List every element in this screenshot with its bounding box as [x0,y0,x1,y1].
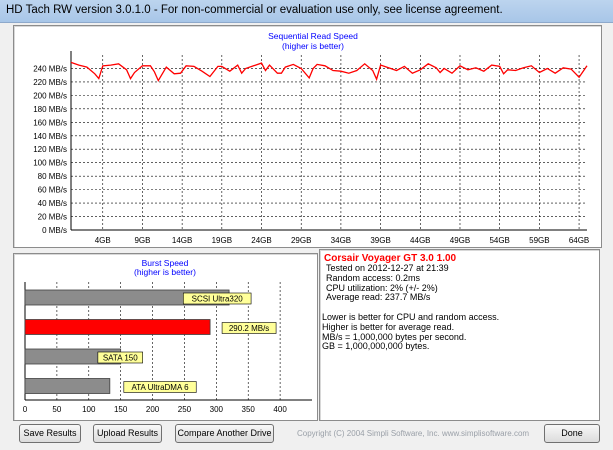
burst-tick-label: 400 [273,405,287,414]
x-tick-label: 39GB [370,236,390,245]
x-tick-label: 64GB [569,236,589,245]
drive-info-panel: Corsair Voyager GT 3.0 1.00 Tested on 20… [319,249,600,421]
sequential-chart-subtitle: (higher is better) [282,41,344,51]
x-tick-label: 4GB [95,236,111,245]
y-tick-label: 180 MB/s [33,105,67,114]
burst-bar-reference [24,378,111,394]
y-tick-label: 240 MB/s [33,64,67,73]
x-tick-label: 19GB [212,236,232,245]
y-tick-label: 20 MB/s [38,213,67,222]
x-tick-label: 54GB [489,236,509,245]
burst-tick-label: 200 [146,405,160,414]
y-tick-label: 60 MB/s [38,186,67,195]
x-tick-label: 9GB [134,236,150,245]
compare-drive-button[interactable]: Compare Another Drive [175,424,274,443]
note-gb: GB = 1,000,000,000 bytes. [322,341,430,352]
burst-bar-tested-drive [24,319,211,335]
x-tick-label: 59GB [529,236,549,245]
y-tick-label: 40 MB/s [38,199,67,208]
burst-tick-label: 0 [23,405,28,414]
y-tick-label: 140 MB/s [33,132,67,141]
y-tick-label: 80 MB/s [38,172,67,181]
window-title: HD Tach RW version 3.0.1.0 - For non-com… [6,4,503,16]
burst-bar-label: SATA 150 [103,354,138,363]
y-tick-label: 120 MB/s [33,145,67,154]
sequential-read-panel: Sequential Read Speed (higher is better)… [13,25,602,248]
read-speed-line [70,61,588,83]
sequential-read-chart: Sequential Read Speed (higher is better)… [33,31,589,245]
upload-results-button[interactable]: Upload Results [93,424,162,443]
title-bar: HD Tach RW version 3.0.1.0 - For non-com… [0,0,613,23]
burst-bar-label: SCSI Ultra320 [192,295,244,304]
x-tick-label: 24GB [251,236,271,245]
burst-tick-label: 300 [210,405,224,414]
x-tick-label: 44GB [410,236,430,245]
x-tick-label: 14GB [172,236,192,245]
save-results-button[interactable]: Save Results [19,424,81,443]
x-tick-label: 34GB [331,236,351,245]
burst-bar-label: ATA UltraDMA 6 [131,383,189,392]
burst-tick-label: 50 [52,405,61,414]
y-tick-label: 0 MB/s [42,226,67,235]
burst-tick-label: 350 [242,405,256,414]
y-tick-label: 220 MB/s [33,78,67,87]
burst-speed-panel: Burst Speed (higher is better) 0 50 100 150… [13,253,318,421]
done-button[interactable]: Done [544,424,600,443]
copyright-text: Copyright (C) 2004 Simpli Software, Inc.… [297,429,530,438]
burst-chart-subtitle: (higher is better) [134,267,196,277]
average-read: Average read: 237.7 MB/s [326,292,431,303]
test-results: Tested on 2012-12-27 at 21:39 Random acc… [326,263,449,303]
burst-tick-label: 250 [178,405,192,414]
burst-speed-chart: Burst Speed (higher is better) 0 50 100 150… [23,258,312,414]
burst-tick-label: 150 [114,405,128,414]
burst-tick-label: 100 [82,405,96,414]
burst-bar-label: 290.2 MB/s [229,324,269,333]
x-tick-label: 49GB [450,236,470,245]
legend-notes: Lower is better for CPU and random acces… [322,312,499,352]
x-tick-label: 29GB [291,236,311,245]
sequential-chart-title: Sequential Read Speed [268,31,358,41]
y-tick-label: 160 MB/s [33,118,67,127]
y-tick-label: 200 MB/s [33,91,67,100]
y-tick-label: 100 MB/s [33,159,67,168]
